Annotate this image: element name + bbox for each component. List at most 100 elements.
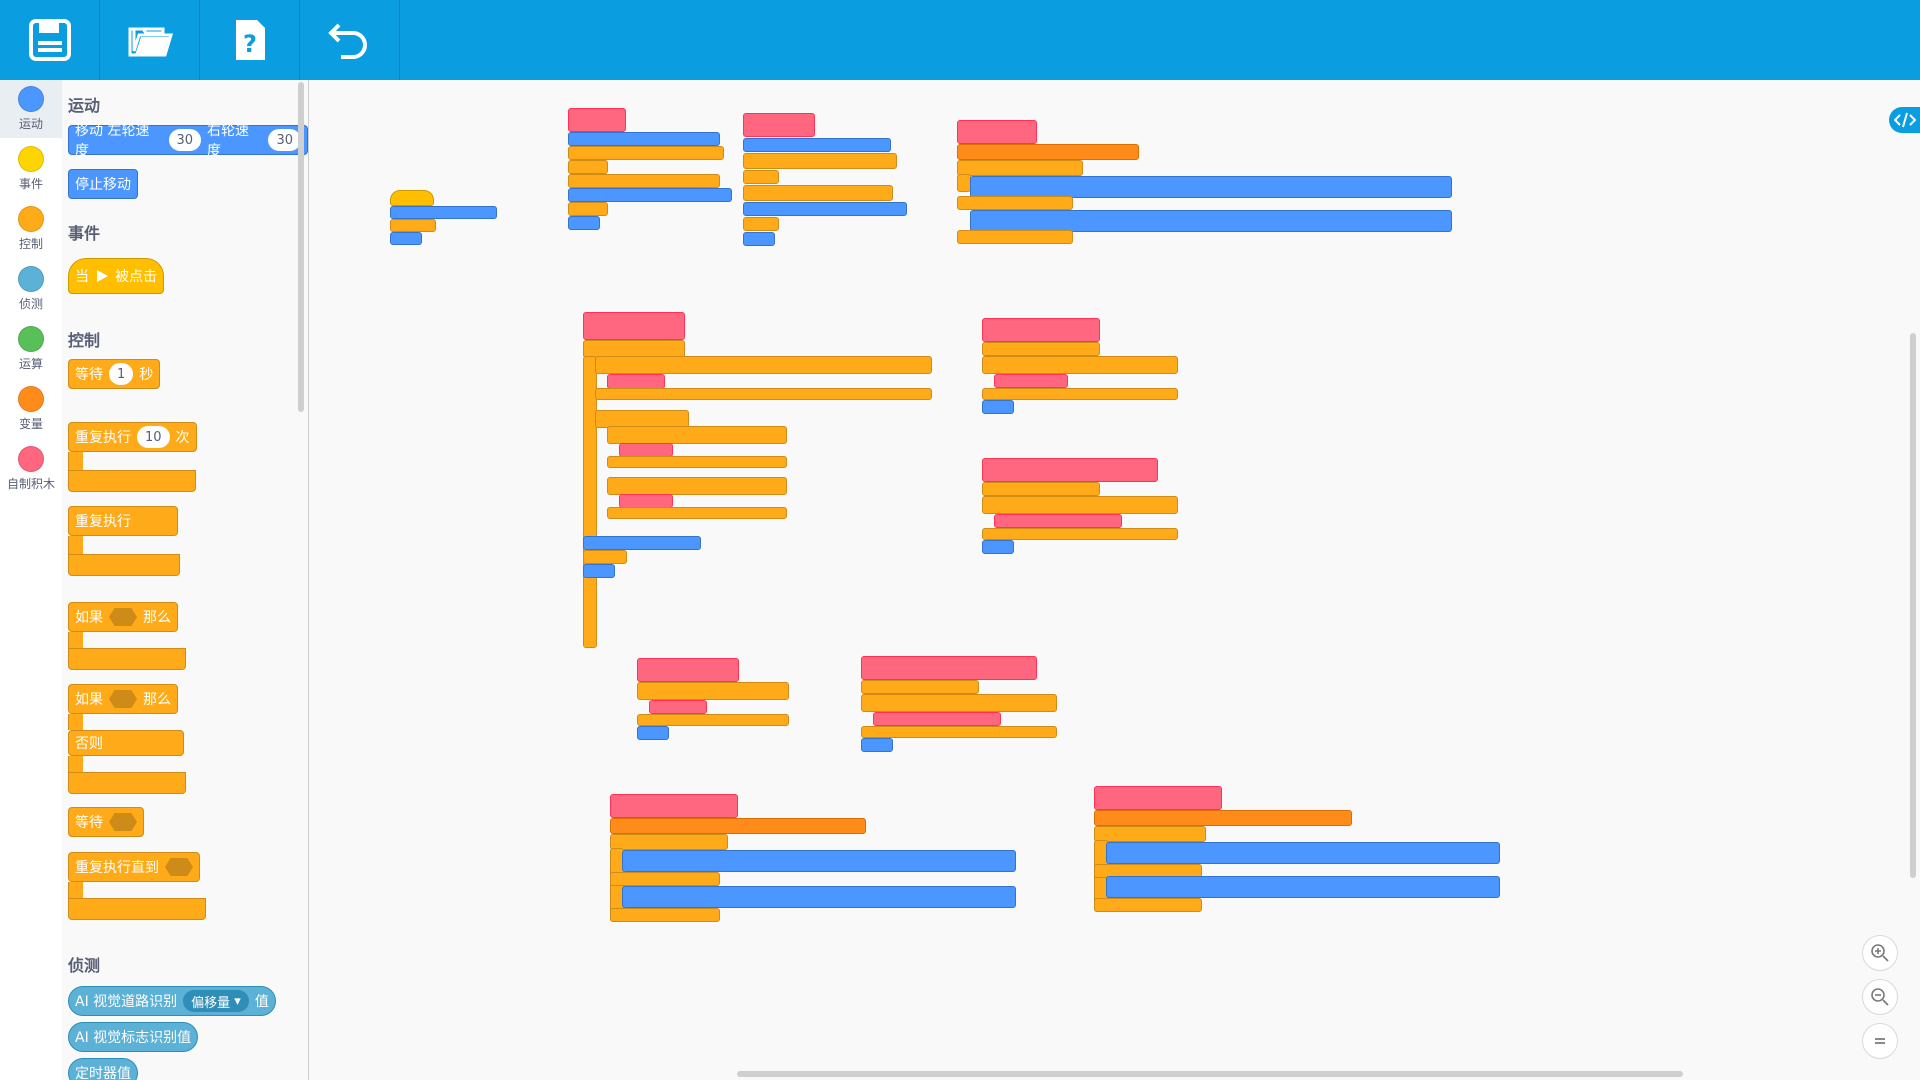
help-button[interactable]: ? <box>200 0 300 80</box>
save-button[interactable] <box>0 0 100 80</box>
define-block[interactable] <box>957 120 1037 144</box>
command-block[interactable] <box>622 850 1016 872</box>
repeat-until-block[interactable] <box>861 694 1057 712</box>
define-block[interactable] <box>982 458 1158 482</box>
command-block[interactable] <box>390 206 497 219</box>
wait-until-block[interactable]: 等待 <box>68 807 144 837</box>
if-block[interactable] <box>957 160 1083 176</box>
category-my-blocks[interactable]: 自制积木 <box>0 440 62 498</box>
command-block[interactable] <box>982 482 1100 496</box>
category-sensing[interactable]: 侦测 <box>0 260 62 318</box>
call-block[interactable] <box>994 514 1122 528</box>
repeat-until-block[interactable] <box>982 496 1178 514</box>
if-else-block[interactable]: 如果 那么 <box>68 684 178 714</box>
command-block[interactable] <box>743 138 891 152</box>
define-block[interactable] <box>743 113 815 137</box>
command-block[interactable] <box>743 185 893 201</box>
command-block[interactable] <box>743 170 779 184</box>
call-block[interactable] <box>649 700 707 714</box>
category-variables[interactable]: 变量 <box>0 380 62 438</box>
ai-sign-recognition-block[interactable]: AI 视觉标志识别值 <box>68 1022 199 1052</box>
command-block[interactable] <box>1106 842 1500 864</box>
category-control[interactable]: 控制 <box>0 200 62 258</box>
repeat-until-block[interactable] <box>607 426 787 444</box>
define-block[interactable] <box>583 312 685 340</box>
left-speed-input[interactable]: 30 <box>168 129 202 151</box>
ai-road-recognition-block[interactable]: AI 视觉道路识别 偏移量 ▾ 值 <box>68 986 276 1016</box>
repeat-until-block[interactable] <box>607 477 787 495</box>
command-block[interactable] <box>568 146 724 160</box>
palette-scrollbar[interactable] <box>298 82 304 412</box>
if-block[interactable] <box>610 834 728 850</box>
condition-slot[interactable] <box>109 690 137 708</box>
category-events[interactable]: 事件 <box>0 140 62 198</box>
command-block[interactable] <box>568 174 720 188</box>
command-block[interactable] <box>982 540 1014 554</box>
command-block[interactable] <box>637 726 669 740</box>
code-toggle-button[interactable] <box>1889 107 1920 133</box>
command-block[interactable] <box>568 132 720 146</box>
define-block[interactable] <box>1094 786 1222 810</box>
wait-seconds-input[interactable]: 1 <box>109 363 134 385</box>
timer-value-block[interactable]: 定时器值 <box>68 1058 138 1080</box>
condition-slot[interactable] <box>165 858 193 876</box>
command-block[interactable] <box>957 144 1139 160</box>
command-block[interactable] <box>743 217 779 231</box>
command-block[interactable] <box>583 564 615 578</box>
command-block[interactable] <box>970 210 1452 232</box>
zoom-reset-button[interactable] <box>1862 1023 1898 1059</box>
call-block[interactable] <box>873 712 1001 726</box>
command-block[interactable] <box>568 160 608 174</box>
category-operators[interactable]: 运算 <box>0 320 62 378</box>
define-block[interactable] <box>610 794 738 818</box>
command-block[interactable] <box>390 232 422 245</box>
command-block[interactable] <box>970 176 1452 198</box>
condition-slot[interactable] <box>109 608 137 626</box>
if-block[interactable] <box>1094 826 1206 842</box>
command-block[interactable] <box>743 153 897 169</box>
workspace-horizontal-scrollbar[interactable] <box>737 1071 1683 1077</box>
command-block[interactable] <box>861 680 979 694</box>
repeat-count-input[interactable]: 10 <box>137 426 170 448</box>
command-block[interactable] <box>743 232 775 246</box>
condition-slot[interactable] <box>109 813 137 831</box>
define-block[interactable] <box>568 108 626 132</box>
define-block[interactable] <box>982 318 1100 342</box>
command-block[interactable] <box>622 886 1016 908</box>
command-block[interactable] <box>861 738 893 752</box>
define-block[interactable] <box>861 656 1037 680</box>
workspace-vertical-scrollbar[interactable] <box>1910 333 1916 878</box>
when-clicked-block[interactable]: 当 被点击 <box>68 258 164 294</box>
repeat-block[interactable]: 重复执行 10 次 <box>68 422 197 452</box>
if-then-block[interactable]: 如果 那么 <box>68 602 178 632</box>
call-block[interactable] <box>994 374 1068 388</box>
command-block[interactable] <box>982 400 1014 414</box>
command-block[interactable] <box>982 342 1100 356</box>
command-block[interactable] <box>568 202 608 216</box>
call-block[interactable] <box>619 494 673 508</box>
script-workspace[interactable] <box>310 80 1920 1080</box>
stop-move-block[interactable]: 停止移动 <box>68 169 138 199</box>
call-block[interactable] <box>619 443 673 457</box>
command-block[interactable] <box>610 818 866 834</box>
repeat-until-block[interactable]: 重复执行直到 <box>68 852 200 882</box>
zoom-out-button[interactable] <box>1862 979 1898 1015</box>
offset-dropdown[interactable]: 偏移量 ▾ <box>183 990 249 1012</box>
zoom-in-button[interactable] <box>1862 935 1898 971</box>
repeat-until-block[interactable] <box>595 356 932 374</box>
command-block[interactable] <box>583 550 627 564</box>
move-block[interactable]: 移动 左轮速度 30 右轮速度 30 <box>68 123 308 159</box>
call-block[interactable] <box>607 374 665 389</box>
define-block[interactable] <box>637 658 739 682</box>
open-button[interactable] <box>100 0 200 80</box>
category-motion[interactable]: 运动 <box>0 80 62 138</box>
command-block[interactable] <box>390 219 436 232</box>
wait-block[interactable]: 等待 1 秒 <box>68 359 161 389</box>
hat-block[interactable] <box>390 190 434 206</box>
command-block[interactable] <box>743 202 907 216</box>
right-speed-input[interactable]: 30 <box>268 129 301 151</box>
undo-button[interactable] <box>300 0 400 80</box>
command-block[interactable] <box>583 536 701 550</box>
forever-block[interactable]: 重复执行 <box>68 506 178 536</box>
repeat-until-block[interactable] <box>982 356 1178 374</box>
